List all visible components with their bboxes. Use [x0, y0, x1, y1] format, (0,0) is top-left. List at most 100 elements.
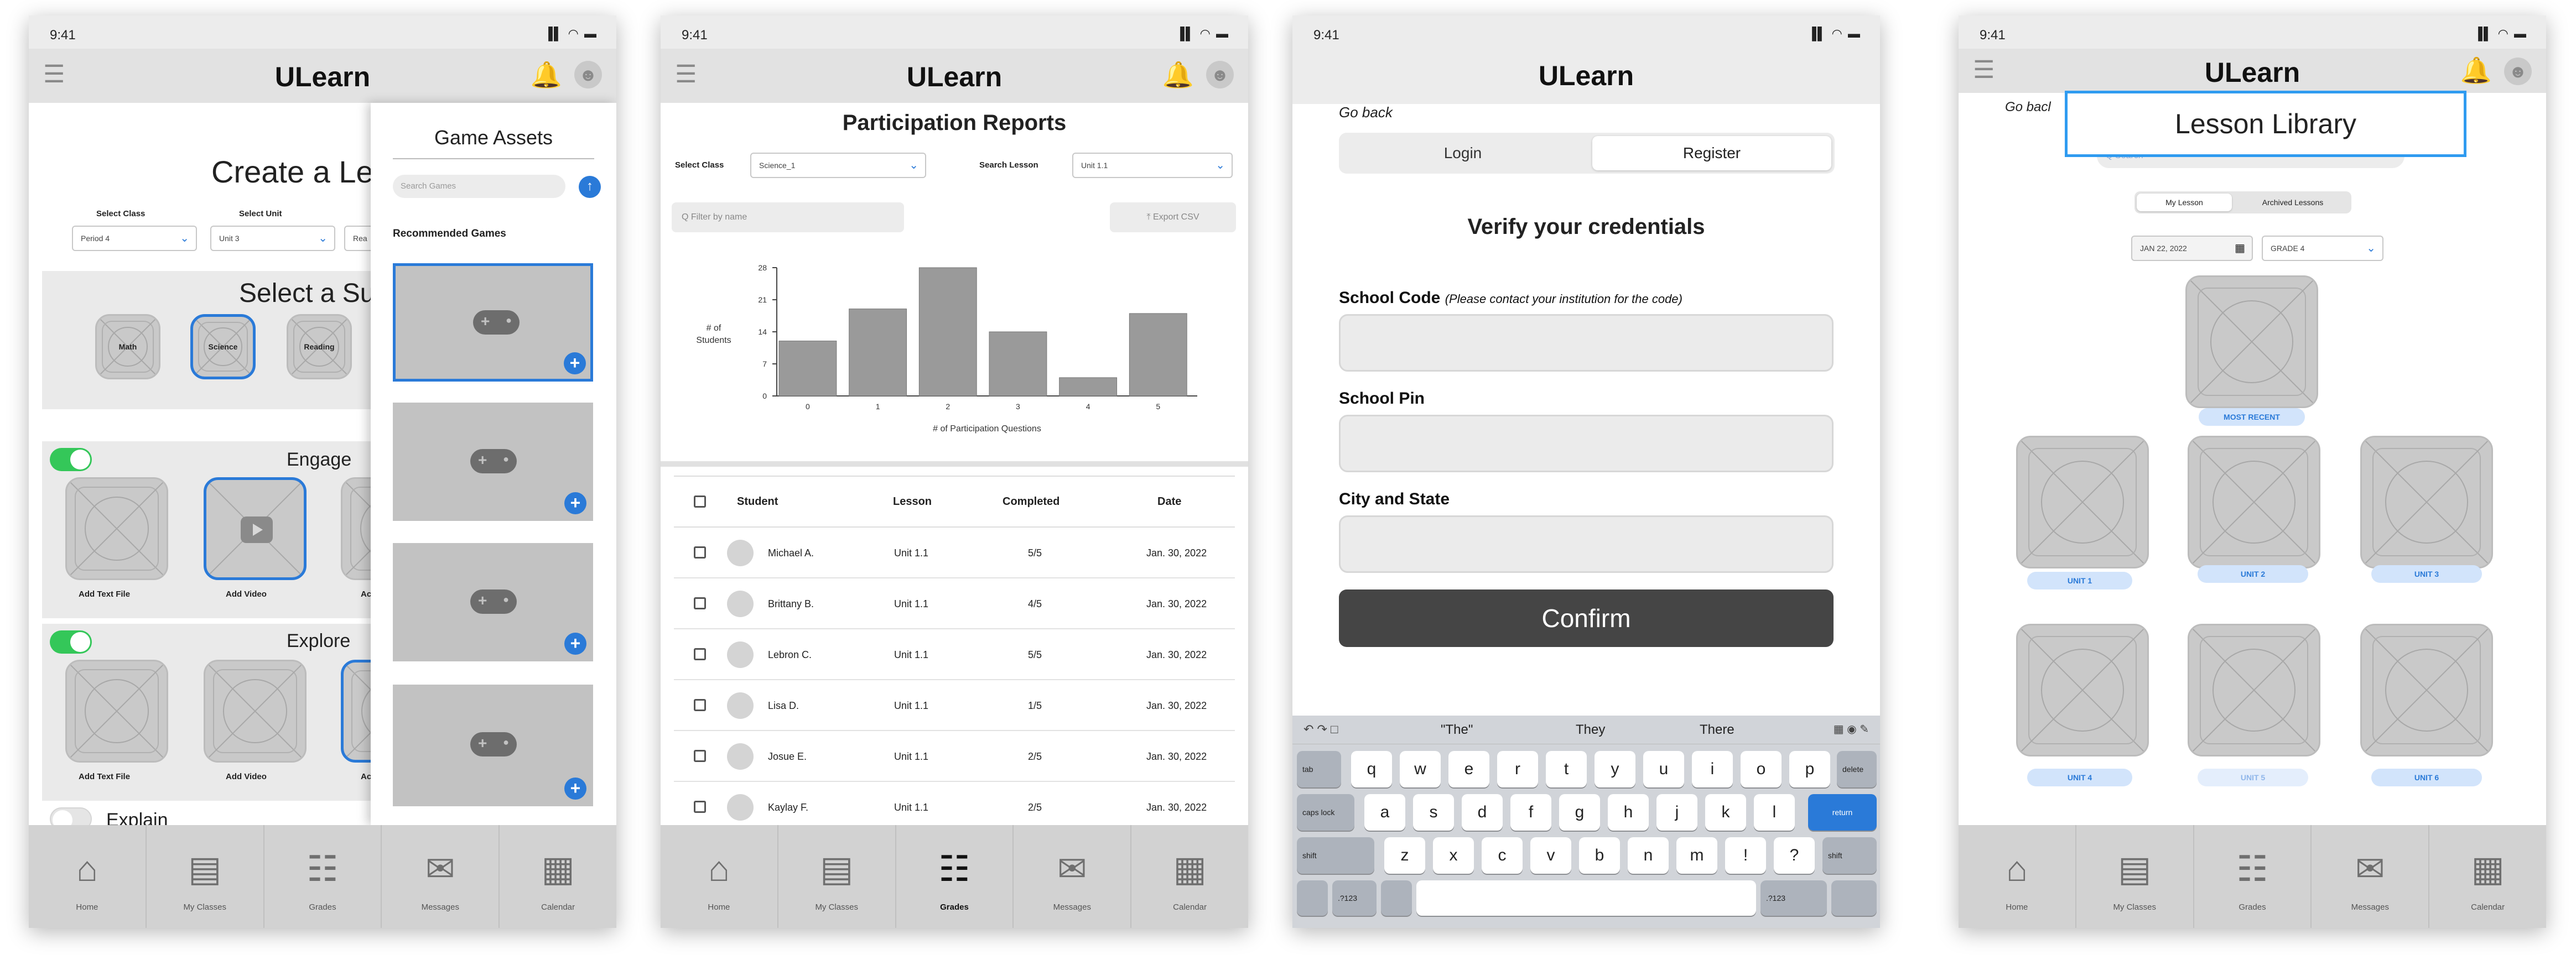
tab-messages[interactable]: ✉ Messages — [2312, 825, 2430, 928]
letter-key[interactable]: g — [1559, 794, 1600, 831]
select-class-dropdown[interactable]: Period 4 ⌄ — [72, 226, 197, 251]
school-code-field[interactable] — [1339, 314, 1834, 372]
letter-key[interactable]: s — [1413, 794, 1454, 831]
search-games-input[interactable]: Search Games — [393, 175, 565, 198]
column-header[interactable]: Student — [737, 495, 778, 508]
delete-key[interactable]: delete — [1837, 751, 1877, 787]
table-row[interactable]: Brittany B. Unit 1.1 4/5 Jan. 30, 2022 — [674, 578, 1235, 629]
unit-3-tile[interactable] — [2360, 436, 2493, 568]
row-checkbox[interactable] — [694, 699, 706, 711]
engage-toggle[interactable] — [50, 448, 92, 471]
caps-lock-key[interactable]: caps lock — [1297, 794, 1354, 831]
date-picker[interactable]: JAN 22, 2022 ▦ — [2131, 236, 2253, 261]
tab-messages[interactable]: ✉ Messages — [382, 825, 500, 928]
select-class-dropdown[interactable]: Science_1 ⌄ — [750, 153, 926, 178]
letter-key[interactable]: v — [1530, 837, 1571, 874]
letter-key[interactable]: h — [1608, 794, 1649, 831]
add-text-file-tile[interactable] — [65, 660, 168, 763]
avatar-icon[interactable]: ☻ — [1206, 61, 1234, 88]
city-state-field[interactable] — [1339, 515, 1834, 573]
subject-science[interactable]: Science — [190, 314, 256, 379]
column-header[interactable]: Date — [1157, 495, 1181, 508]
letter-key[interactable]: p — [1789, 751, 1830, 787]
tab-grades[interactable]: ☷ Grades — [2194, 825, 2312, 928]
letter-key[interactable]: f — [1510, 794, 1551, 831]
tab-home[interactable]: ⌂ Home — [661, 825, 778, 928]
unit-4-tile[interactable] — [2016, 624, 2149, 756]
letter-key[interactable]: o — [1741, 751, 1782, 787]
letter-key[interactable]: l — [1754, 794, 1795, 831]
add-video-tile[interactable] — [204, 660, 307, 763]
tab-my-classes[interactable]: ▤ My Classes — [2076, 825, 2194, 928]
letter-key[interactable]: r — [1497, 751, 1538, 787]
subject-math[interactable]: Math — [95, 314, 160, 379]
avatar-icon[interactable]: ☻ — [574, 61, 602, 88]
numbers-key[interactable]: .?123 — [1332, 880, 1377, 916]
letter-key[interactable]: y — [1595, 751, 1635, 787]
letter-key[interactable]: ? — [1774, 837, 1815, 874]
row-checkbox[interactable] — [694, 546, 706, 559]
explore-toggle[interactable] — [50, 630, 92, 654]
unit-6-tile[interactable] — [2360, 624, 2493, 756]
suggestion[interactable]: They — [1576, 722, 1605, 738]
globe-key[interactable] — [1297, 880, 1328, 916]
suggestion[interactable]: There — [1700, 722, 1734, 738]
add-game-button[interactable]: + — [564, 352, 586, 374]
go-back-link[interactable]: Go bacl — [2005, 100, 2051, 115]
school-pin-field[interactable] — [1339, 415, 1834, 472]
return-key[interactable]: return — [1808, 794, 1877, 831]
bell-icon[interactable]: 🔔 — [1162, 60, 1194, 90]
column-header[interactable]: Lesson — [893, 495, 932, 508]
letter-key[interactable]: t — [1546, 751, 1587, 787]
unit-2-tile[interactable] — [2188, 436, 2320, 568]
shift-key[interactable]: shift — [1297, 837, 1374, 874]
upload-icon[interactable]: ↑ — [579, 176, 601, 198]
tab-calendar[interactable]: ▦ Calendar — [1131, 825, 1248, 928]
letter-key[interactable]: m — [1676, 837, 1717, 874]
letter-key[interactable]: q — [1351, 751, 1392, 787]
numbers-key[interactable]: .?123 — [1760, 880, 1827, 916]
select-unit-dropdown[interactable]: Unit 3 ⌄ — [210, 226, 335, 251]
avatar-icon[interactable]: ☻ — [2504, 58, 2532, 85]
letter-key[interactable]: z — [1384, 837, 1425, 874]
letter-key[interactable]: k — [1705, 794, 1746, 831]
subject-reading[interactable]: Reading — [287, 314, 352, 379]
letter-key[interactable]: u — [1643, 751, 1684, 787]
select-all-checkbox[interactable] — [694, 495, 706, 508]
add-game-button[interactable]: + — [564, 492, 586, 514]
most-recent-lesson-tile[interactable] — [2185, 275, 2318, 408]
game-card[interactable]: + ● + — [393, 263, 593, 382]
table-row[interactable]: Michael A. Unit 1.1 5/5 Jan. 30, 2022 — [674, 528, 1235, 578]
tab-messages[interactable]: ✉ Messages — [1014, 825, 1132, 928]
table-row[interactable]: Josue E. Unit 1.1 2/5 Jan. 30, 2022 — [674, 731, 1235, 782]
letter-key[interactable]: a — [1364, 794, 1405, 831]
letter-key[interactable]: d — [1462, 794, 1503, 831]
letter-key[interactable]: b — [1579, 837, 1620, 874]
export-csv-button[interactable]: ⤒ Export CSV — [1110, 202, 1236, 232]
row-checkbox[interactable] — [694, 801, 706, 813]
bell-icon[interactable]: 🔔 — [531, 60, 562, 90]
tab-key[interactable]: tab — [1297, 751, 1341, 787]
add-game-button[interactable]: + — [564, 778, 586, 800]
my-lesson-tab[interactable]: My Lesson — [2137, 194, 2232, 211]
confirm-button[interactable]: Confirm — [1339, 589, 1834, 647]
add-video-tile[interactable] — [204, 477, 307, 580]
archived-lessons-tab[interactable]: Archived Lessons — [2237, 194, 2348, 211]
letter-key[interactable]: ! — [1725, 837, 1766, 874]
search-lesson-dropdown[interactable]: Unit 1.1 ⌄ — [1072, 153, 1233, 178]
tab-my-classes[interactable]: ▤ My Classes — [778, 825, 896, 928]
go-back-link[interactable]: Go back — [1339, 104, 1393, 121]
shift-key[interactable]: shift — [1822, 837, 1877, 874]
game-card[interactable]: + ● + — [393, 543, 593, 661]
letter-key[interactable]: c — [1482, 837, 1523, 874]
mic-key[interactable] — [1381, 880, 1412, 916]
game-card[interactable]: + ● + — [393, 403, 593, 521]
unit-1-tile[interactable] — [2016, 436, 2149, 568]
add-text-file-tile[interactable] — [65, 477, 168, 580]
hide-keyboard-key[interactable] — [1831, 880, 1877, 916]
tab-my-classes[interactable]: ▤ My Classes — [147, 825, 264, 928]
letter-key[interactable]: w — [1400, 751, 1441, 787]
add-game-button[interactable]: + — [564, 633, 586, 655]
row-checkbox[interactable] — [694, 750, 706, 762]
game-card[interactable]: + ● + — [393, 685, 593, 806]
